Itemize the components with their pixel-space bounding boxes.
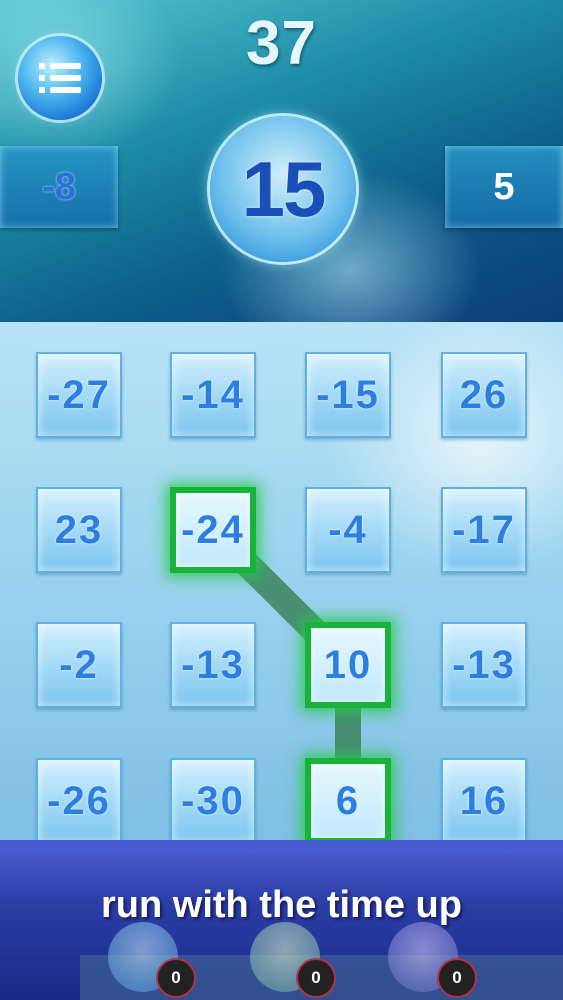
powerup-count-gear: 0 [437, 958, 477, 998]
number-tile[interactable]: -30 [170, 758, 256, 842]
banner-text: run with the time up [101, 884, 462, 926]
target-bubble: 15 [210, 116, 356, 262]
number-tile[interactable]: -27 [36, 352, 122, 438]
powerup-count-clock: 0 [156, 958, 196, 998]
target-number: 15 [241, 144, 327, 233]
number-tile[interactable]: 26 [441, 352, 527, 438]
menu-button[interactable] [18, 36, 102, 120]
number-tile[interactable]: -13 [441, 622, 527, 708]
number-tile[interactable]: -15 [305, 352, 391, 438]
number-tile[interactable]: -4 [305, 487, 391, 573]
number-tile[interactable]: -14 [170, 352, 256, 438]
number-tile[interactable]: -13 [170, 622, 256, 708]
number-tile[interactable]: 6 [305, 758, 391, 842]
number-tile[interactable]: -17 [441, 487, 527, 573]
number-tile[interactable]: -26 [36, 758, 122, 842]
powerup-count-bubble: 0 [296, 958, 336, 998]
menu-icon [39, 63, 81, 93]
timer: 37 [246, 9, 317, 78]
right-value-box: 5 [445, 146, 563, 228]
game-board: -27 -14 -15 26 23 -24 -4 -17 -2 -13 10 -13 -26 -30 6 16 [0, 322, 563, 842]
left-value-box: -8 [0, 146, 118, 228]
number-tile[interactable]: -2 [36, 622, 122, 708]
number-tile[interactable]: -24 [170, 487, 256, 573]
number-tile[interactable]: 10 [305, 622, 391, 708]
number-tile[interactable]: 16 [441, 758, 527, 842]
number-tile[interactable]: 23 [36, 487, 122, 573]
